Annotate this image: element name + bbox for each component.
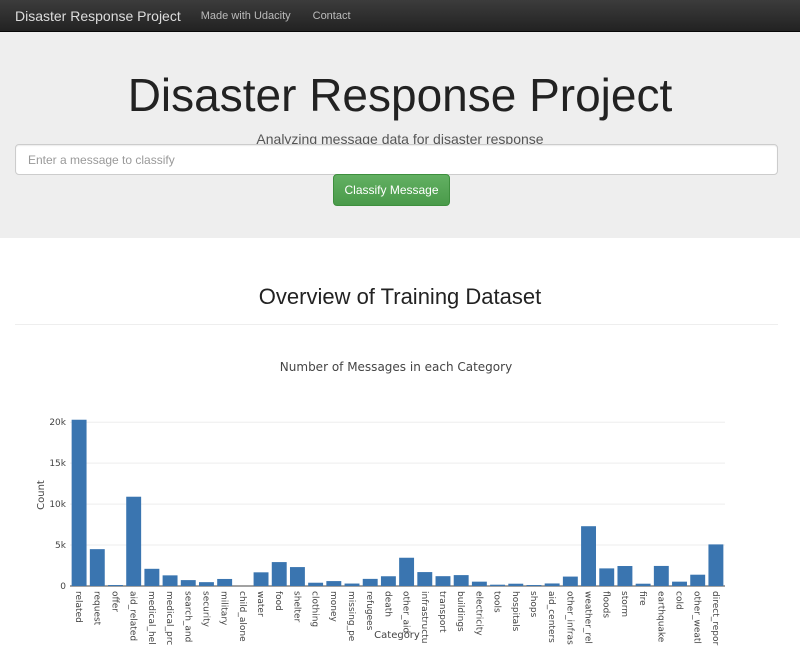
bar-death[interactable] [380, 576, 396, 586]
x-tick-label: search_and [182, 591, 192, 642]
x-tick-label: transport [437, 591, 447, 633]
x-tick-label: request [91, 591, 101, 626]
x-tick-label: shops [528, 591, 538, 618]
bar-floods[interactable] [599, 568, 615, 586]
y-tick-label: 15k [49, 459, 66, 469]
bar-medical_hel[interactable] [144, 568, 160, 586]
bar-fire[interactable] [635, 583, 651, 586]
navbar: Disaster Response Project Made with Udac… [0, 0, 800, 32]
bar-other_weatl[interactable] [690, 574, 706, 586]
y-axis-label: Count [36, 480, 47, 510]
x-tick-label: money [328, 591, 338, 623]
bar-shelter[interactable] [289, 567, 305, 586]
section-title: Overview of Training Dataset [258, 284, 542, 309]
bar-clothing[interactable] [308, 582, 324, 586]
bar-offer[interactable] [108, 585, 123, 586]
bar-direct_repor[interactable] [708, 544, 724, 586]
jumbotron: Disaster Response Project Analyzing mess… [0, 32, 800, 238]
bar-medical_prc[interactable] [162, 575, 178, 586]
x-tick-label: cold [674, 591, 684, 610]
bar-search_and[interactable] [180, 580, 196, 586]
nav-link-udacity[interactable]: Made with Udacity [201, 10, 291, 22]
x-tick-label: storm [619, 591, 629, 617]
bar-transport[interactable] [435, 576, 451, 586]
x-tick-label: medical_hel [146, 591, 156, 645]
category-bar-chart: Number of Messages in each Category 0 5k 1… [36, 360, 725, 645]
section-divider [15, 324, 778, 325]
bar-tools[interactable] [490, 584, 506, 586]
classify-message-button[interactable]: Classify Message [333, 174, 450, 206]
x-tick-label: floods [601, 591, 611, 618]
bar-shops[interactable] [526, 585, 542, 586]
bar-missing_pe[interactable] [344, 583, 360, 586]
x-tick-label: water [255, 591, 265, 617]
bar-weather_rel[interactable] [581, 526, 597, 586]
x-tick-label: buildings [455, 591, 465, 632]
x-tick-label: offer [109, 591, 119, 612]
x-tick-label: fire [637, 591, 647, 606]
message-input[interactable] [15, 144, 778, 175]
x-tick-label: aid_related [128, 591, 138, 641]
bar-money[interactable] [326, 581, 342, 586]
x-tick-label: medical_prc [164, 591, 174, 645]
x-tick-label: direct_repor [710, 591, 720, 645]
bar-food[interactable] [271, 562, 287, 586]
bar-other_infras[interactable] [562, 576, 578, 586]
bar-infrastructu[interactable] [417, 572, 433, 586]
x-tick-label: shelter [291, 591, 301, 622]
bar-aid_related[interactable] [126, 496, 142, 586]
x-tick-label: clothing [310, 591, 320, 627]
x-tick-label: other_infras [564, 591, 574, 645]
bar-electricity[interactable] [471, 581, 487, 586]
y-tick-label: 5k [55, 541, 67, 551]
y-tick-label: 20k [49, 418, 66, 428]
x-tick-label: weather_rel [583, 591, 593, 644]
x-axis-label: Category [374, 630, 420, 641]
bar-refugees[interactable] [362, 578, 378, 586]
bar-water[interactable] [253, 572, 269, 586]
x-tick-label: death [382, 591, 392, 617]
bar-cold[interactable] [672, 581, 687, 586]
x-tick-label: hospitals [510, 591, 520, 632]
page-title: Disaster Response Project [127, 69, 673, 121]
y-tick-label: 0 [60, 582, 66, 592]
x-tick-label: security [200, 591, 210, 628]
x-tick-label: infrastructu [419, 591, 429, 643]
x-tick-label: child_alone [237, 591, 247, 642]
y-tick-label: 10k [49, 500, 66, 510]
x-tick-label: food [273, 591, 283, 611]
x-tick-label: refugees [364, 591, 374, 631]
bar-earthquake[interactable] [653, 565, 669, 586]
nav-link-contact[interactable]: Contact [313, 10, 351, 22]
x-tick-label: other_aid [401, 591, 411, 633]
navbar-brand[interactable]: Disaster Response Project [15, 8, 181, 24]
x-tick-label: missing_pe [346, 591, 356, 642]
bar-aid_centers[interactable] [544, 583, 560, 586]
chart-title: Number of Messages in each Category [280, 360, 512, 374]
x-tick-label: electricity [473, 591, 483, 636]
x-tick-label: tools [492, 591, 502, 613]
x-tick-label: earthquake [655, 591, 665, 643]
x-tick-label: other_weatl [692, 591, 702, 644]
bar-other_aid[interactable] [399, 557, 415, 586]
x-tick-label: military [219, 591, 229, 626]
x-tick-label: related [73, 591, 83, 623]
bar-hospitals[interactable] [508, 583, 524, 586]
x-tick-label: aid_centers [546, 591, 556, 643]
bar-related[interactable] [71, 419, 87, 586]
bar-storm[interactable] [617, 566, 633, 586]
bar-request[interactable] [89, 549, 105, 586]
bar-military[interactable] [217, 578, 233, 586]
bar-security[interactable] [198, 582, 214, 586]
bar-buildings[interactable] [453, 575, 469, 586]
